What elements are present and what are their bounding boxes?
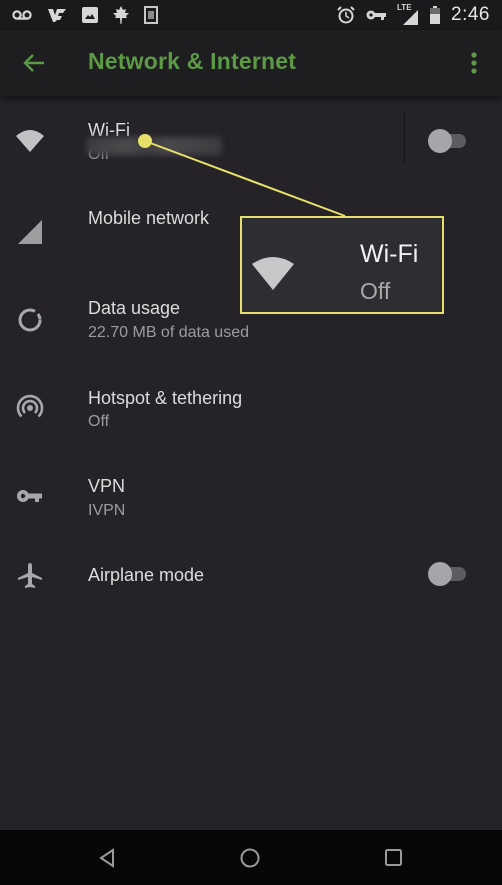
vpn-title: VPN [88, 476, 126, 496]
lte-signal-icon: LTE [397, 3, 419, 26]
mobile-network-subtitle-blurred [86, 137, 222, 155]
recents-square-icon [385, 849, 402, 866]
arrow-left-icon [23, 54, 44, 72]
wifi-icon [252, 257, 294, 290]
app-notification-icon [48, 9, 66, 22]
nav-back-button[interactable] [94, 845, 120, 871]
mobile-network-title: Mobile network [88, 208, 210, 228]
airplane-toggle[interactable] [428, 561, 468, 586]
data-usage-icon [18, 308, 42, 332]
hotspot-subtitle: Off [88, 413, 110, 430]
cell-signal-icon [18, 220, 42, 244]
data-usage-subtitle: 22.70 MB of data used [88, 324, 249, 341]
airplane-icon [18, 563, 42, 588]
vpn-key-icon [366, 10, 387, 20]
notification-icons [12, 6, 158, 24]
callout-title: Wi-Fi [360, 240, 419, 268]
setting-wifi[interactable]: Wi-Fi Off [0, 100, 502, 188]
hotspot-title: Hotspot & tethering [88, 388, 243, 408]
wifi-toggle-thumb [428, 129, 452, 153]
callout-subtitle: Off [360, 278, 391, 304]
leaf-icon [113, 6, 129, 24]
more-vert-icon [471, 52, 477, 74]
setting-hotspot[interactable]: Hotspot & tethering Off [0, 370, 502, 458]
page-title: Network & Internet [88, 48, 297, 74]
navigation-bar [0, 830, 502, 885]
home-circle-icon [240, 848, 260, 868]
clock: 2:46 [451, 4, 490, 25]
vpn-subtitle: IVPN [88, 502, 126, 519]
wifi-icon [16, 130, 44, 152]
wifi-divider [404, 112, 405, 164]
status-bar: LTE 2:46 [0, 0, 502, 30]
vpn-key-icon [17, 490, 42, 502]
back-button[interactable] [20, 49, 48, 77]
image-icon [82, 7, 98, 23]
setting-airplane-mode[interactable]: Airplane mode [0, 548, 502, 608]
setting-vpn[interactable]: VPN IVPN [0, 458, 502, 546]
battery-icon [430, 6, 441, 24]
airplane-title: Airplane mode [88, 565, 205, 585]
hotspot-icon [16, 394, 44, 418]
airplane-toggle-thumb [428, 562, 452, 586]
wifi-toggle[interactable] [428, 128, 468, 153]
more-options-button[interactable] [464, 50, 484, 76]
wifi-callout: Wi-Fi Off [240, 216, 444, 314]
alarm-icon [337, 6, 355, 24]
nav-home-button[interactable] [237, 845, 263, 871]
system-icons: LTE 2:46 [337, 3, 490, 26]
toolbar: Network & Internet [0, 30, 502, 96]
nav-recents-button[interactable] [381, 845, 407, 871]
data-usage-title: Data usage [88, 298, 181, 318]
back-triangle-icon [99, 848, 114, 868]
voicemail-icon [12, 10, 32, 20]
sim-card-icon [144, 6, 158, 24]
